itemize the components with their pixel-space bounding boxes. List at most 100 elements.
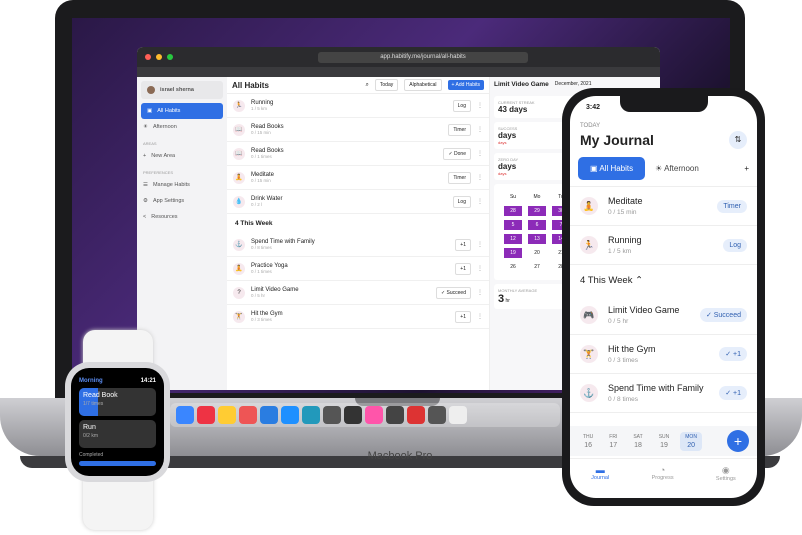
more-icon[interactable]: ⋮ <box>477 265 483 272</box>
add-habit-fab[interactable]: + <box>727 430 749 452</box>
habit-action-button[interactable]: +1 <box>455 310 471 323</box>
minimize-button[interactable] <box>156 54 162 60</box>
calendar-day[interactable]: 29 <box>528 206 546 216</box>
habit-row[interactable]: 📖 Read Books 0 / 15 min Timer ⋮ <box>227 118 489 142</box>
calendar-day[interactable]: 20 <box>528 248 546 258</box>
url-bar[interactable]: app.habitify.me/journal/all-habits <box>318 51 528 63</box>
nav-progress[interactable]: ◔ Progress <box>652 465 674 498</box>
habit-progress: 0 / 1 times <box>251 154 272 159</box>
habit-row[interactable]: 🏃 Running 1 / 5 km Log <box>570 226 757 265</box>
more-icon[interactable]: ⋮ <box>477 313 483 320</box>
watch-habit-card[interactable]: Run 0/2 km <box>79 420 156 448</box>
new-area-button[interactable]: + New Area <box>137 148 227 164</box>
tab-afternoon[interactable]: ☀ Afternoon <box>655 164 699 173</box>
sidebar-item-all-habits[interactable]: ▣ All Habits <box>141 103 223 119</box>
habit-row[interactable]: ⚓ Spend Time with Family 0 / 8 times +1 ⋮ <box>227 233 489 257</box>
close-button[interactable] <box>145 54 151 60</box>
sidebar-item-app-settings[interactable]: ⚙ App Settings <box>137 193 227 209</box>
habit-row[interactable]: 🧘 Meditate 0 / 15 min Timer <box>570 187 757 226</box>
calendar-day[interactable]: 12 <box>504 234 522 244</box>
date-item[interactable]: SAT 18 <box>628 432 647 451</box>
dock-app-icon[interactable] <box>197 406 215 424</box>
more-icon[interactable]: ⋮ <box>477 126 483 133</box>
more-icon[interactable]: ⋮ <box>477 289 483 296</box>
habit-icon: 🏃 <box>580 236 598 254</box>
more-icon[interactable]: ⋮ <box>477 241 483 248</box>
dock-app-icon[interactable] <box>365 406 383 424</box>
date-item[interactable]: THU 16 <box>578 432 598 451</box>
watch-habit-card[interactable]: Read Book 1/7 times <box>79 388 156 416</box>
habit-row[interactable]: 🧘 Meditate 0 / 15 min Timer ⋮ <box>227 166 489 190</box>
this-week-heading[interactable]: 4 This Week ⌃ <box>570 265 757 296</box>
dock-app-icon[interactable] <box>428 406 446 424</box>
this-week-heading[interactable]: 4 This Week <box>227 214 489 233</box>
habit-row[interactable]: 🎮 Limit Video Game 0 / 5 hr ✓ Succeed <box>570 296 757 335</box>
habit-action-button[interactable]: Timer <box>448 123 471 136</box>
habit-action-button[interactable]: Log <box>452 195 471 208</box>
habit-row[interactable]: 🧘 Practice Yoga 0 / 1 times +1 ⋮ <box>227 257 489 281</box>
dock-app-icon[interactable] <box>239 406 257 424</box>
habit-action-button[interactable]: Log <box>452 99 471 112</box>
date-item[interactable]: MON 20 <box>680 431 702 451</box>
dock-app-icon[interactable] <box>218 406 236 424</box>
add-habits-button[interactable]: + Add Habits <box>447 80 484 90</box>
sidebar-item-resources[interactable]: < Resources <box>137 209 227 225</box>
sidebar-item-afternoon[interactable]: ☀ Afternoon <box>137 119 227 135</box>
habit-action-button[interactable]: Timer <box>717 199 747 213</box>
more-icon[interactable]: ⋮ <box>477 150 483 157</box>
habit-action-button[interactable]: ✓ Done <box>443 147 471 160</box>
add-area-icon[interactable]: + <box>744 164 749 173</box>
date-item[interactable]: FRI 17 <box>604 432 622 451</box>
habit-action-button[interactable]: ✓ +1 <box>719 347 747 361</box>
user-profile[interactable]: israel sherna <box>141 81 223 99</box>
calendar-day[interactable]: 28 <box>504 206 522 216</box>
search-icon[interactable]: ⌕ <box>366 82 369 89</box>
habit-action-button[interactable]: +1 <box>455 238 471 251</box>
calendar-day[interactable]: 19 <box>504 248 522 258</box>
more-icon[interactable]: ⋮ <box>477 174 483 181</box>
calendar-day[interactable]: 13 <box>528 234 546 244</box>
calendar-day[interactable]: 26 <box>504 262 522 272</box>
habit-row[interactable]: 📖 Read Books 0 / 1 times ✓ Done ⋮ <box>227 142 489 166</box>
habit-action-button[interactable]: +1 <box>455 262 471 275</box>
weekday: THU <box>583 433 594 440</box>
habit-action-button[interactable]: Timer <box>448 171 471 184</box>
nav-journal[interactable]: ▬ Journal <box>591 465 609 498</box>
sort-icon[interactable]: ⇅ <box>729 131 747 149</box>
day-number: 20 <box>687 441 695 449</box>
dock-app-icon[interactable] <box>260 406 278 424</box>
calendar-day[interactable]: 27 <box>528 262 546 272</box>
nav-settings[interactable]: ◉ Settings <box>716 465 736 498</box>
sidebar-item-manage-habits[interactable]: ☰ Manage Habits <box>137 177 227 193</box>
habit-row[interactable]: 🏋 Hit the Gym 0 / 3 times ✓ +1 <box>570 335 757 374</box>
calendar-day[interactable]: 5 <box>504 220 522 230</box>
label: Progress <box>651 475 674 481</box>
habit-action-button[interactable]: ✓ Succeed <box>699 308 747 322</box>
sort-dropdown[interactable]: Alphabetical <box>404 79 442 91</box>
habit-row[interactable]: ⚓ Spend Time with Family 0 / 8 times ✓ +1 <box>570 374 757 413</box>
habit-row[interactable]: 🏃 Running 1 / 5 km Log ⋮ <box>227 94 489 118</box>
dock-app-icon[interactable] <box>449 406 467 424</box>
dock-app-icon[interactable] <box>281 406 299 424</box>
month-dropdown[interactable]: December, 2021 <box>555 81 592 88</box>
habit-row[interactable]: 🏋 Hit the Gym 0 / 3 times +1 ⋮ <box>227 305 489 329</box>
dock-app-icon[interactable] <box>344 406 362 424</box>
day-number: 19 <box>660 441 668 449</box>
habit-action-button[interactable]: ✓ Succeed <box>435 286 471 299</box>
more-icon[interactable]: ⋮ <box>477 102 483 109</box>
maximize-button[interactable] <box>167 54 173 60</box>
calendar-day[interactable]: 6 <box>528 220 546 230</box>
habit-row[interactable]: 💧 Drink Water 0 / 2 l Log ⋮ <box>227 190 489 214</box>
dock-app-icon[interactable] <box>386 406 404 424</box>
today-dropdown[interactable]: Today <box>374 79 399 91</box>
habit-action-button[interactable]: ✓ +1 <box>719 386 747 400</box>
dock-app-icon[interactable] <box>407 406 425 424</box>
habit-row[interactable]: ? Limit Video Game 0 / 5 hr ✓ Succeed ⋮ <box>227 281 489 305</box>
dock-app-icon[interactable] <box>176 406 194 424</box>
more-icon[interactable]: ⋮ <box>477 198 483 205</box>
dock-app-icon[interactable] <box>323 406 341 424</box>
date-item[interactable]: SUN 19 <box>654 432 675 451</box>
dock-app-icon[interactable] <box>302 406 320 424</box>
tab-all-habits[interactable]: ▣ All Habits <box>578 157 646 180</box>
habit-action-button[interactable]: Log <box>723 238 747 252</box>
